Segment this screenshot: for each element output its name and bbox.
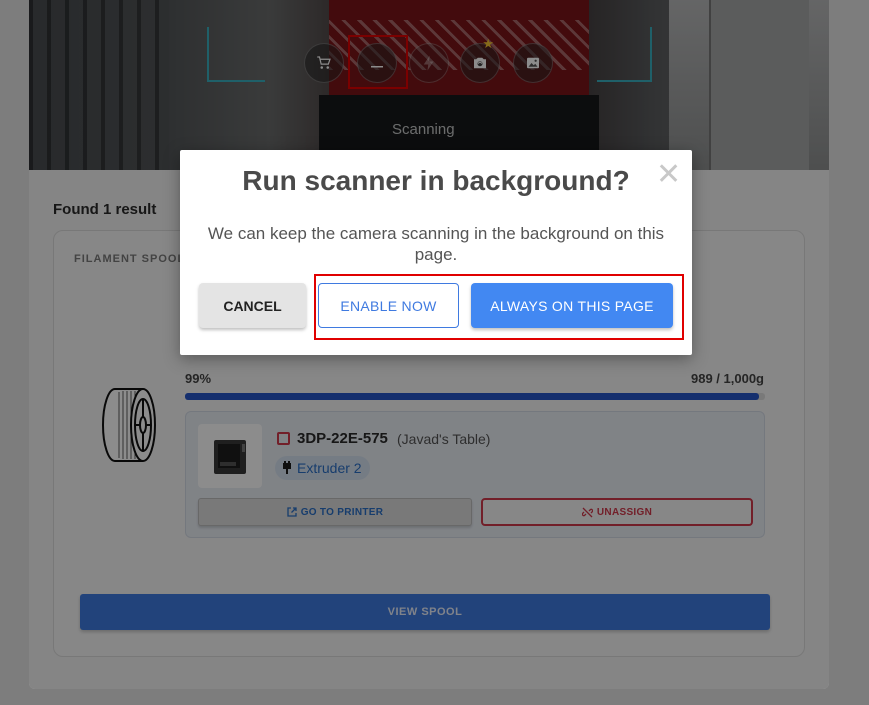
enable-now-button[interactable]: ENABLE NOW: [318, 283, 459, 328]
close-icon[interactable]: ✕: [656, 159, 681, 191]
cancel-button[interactable]: CANCEL: [199, 283, 306, 328]
dialog-message: We can keep the camera scanning in the b…: [207, 224, 665, 264]
dialog-title: Run scanner in background?: [242, 165, 630, 196]
background-scanner-dialog: Run scanner in background? ✕ We can keep…: [180, 150, 692, 355]
always-on-this-page-button[interactable]: ALWAYS ON THIS PAGE: [471, 283, 673, 328]
